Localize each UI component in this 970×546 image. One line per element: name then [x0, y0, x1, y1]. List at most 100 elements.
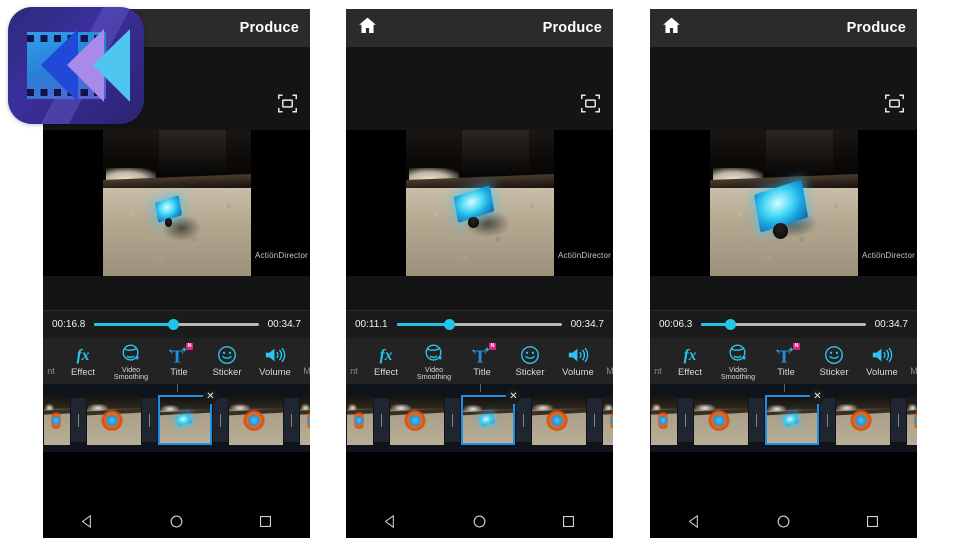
timeline-clip[interactable] [347, 395, 373, 445]
video-stage[interactable]: ActiönDirector [346, 130, 613, 276]
home-button[interactable] [661, 15, 682, 41]
timeline-clip[interactable] [836, 395, 890, 445]
svg-text:T: T [474, 346, 486, 366]
nav-back-button[interactable] [79, 513, 96, 530]
video-stage[interactable]: ActiönDirector [650, 130, 917, 276]
tool-adjustment[interactable]: nt [43, 345, 59, 376]
tool-fx[interactable]: fx Effect [59, 344, 107, 378]
watermark: ActiönDirector [254, 251, 308, 260]
nav-home-button[interactable] [775, 513, 792, 530]
timeline-clip[interactable] [907, 395, 917, 445]
tool-label: M [910, 366, 917, 377]
tool-fx[interactable]: fx Effect [362, 344, 410, 378]
tool-video-smoothing[interactable]: Video Smoothing [107, 342, 155, 381]
fullscreen-icon [581, 94, 600, 113]
back-triangle-icon [688, 514, 698, 528]
fx-icon: fx [684, 347, 697, 364]
nav-back-button[interactable] [686, 513, 703, 530]
seek-slider[interactable] [396, 319, 562, 330]
tool-title[interactable]: T N Title [155, 343, 203, 378]
timeline-clip[interactable] [87, 395, 141, 445]
timeline-clip[interactable] [532, 395, 586, 445]
seek-slider-thumb[interactable] [443, 319, 455, 330]
video-frame [103, 130, 251, 276]
tool-music[interactable]: M [602, 345, 613, 376]
produce-button[interactable]: Produce [847, 20, 906, 36]
tool-adjustment[interactable]: nt [650, 345, 666, 376]
timeline-clip-selected[interactable]: ✕ [158, 389, 218, 445]
nav-recents-button[interactable] [257, 513, 274, 530]
handle-grip [291, 413, 292, 427]
nav-back-button[interactable] [382, 513, 399, 530]
tool-music[interactable]: M [299, 345, 310, 376]
timeline-track[interactable]: ✕ [43, 384, 310, 452]
timeline-track[interactable]: ✕ [650, 384, 917, 452]
timeline-clip[interactable] [44, 395, 70, 445]
video-stage[interactable]: ActiönDirector [43, 130, 310, 276]
tool-video-smoothing[interactable]: Video Smoothing [410, 342, 458, 381]
timeline-clip[interactable] [390, 395, 444, 445]
tool-sticker[interactable]: Sticker [506, 344, 554, 378]
close-icon[interactable]: ✕ [506, 389, 521, 404]
clip-transition-handle[interactable] [284, 398, 299, 442]
android-nav-bar [346, 504, 613, 538]
produce-button[interactable]: Produce [543, 20, 602, 36]
seek-slider-thumb[interactable] [167, 319, 179, 330]
clip-transition-handle[interactable] [820, 398, 835, 442]
tool-adjustment[interactable]: nt [346, 345, 362, 376]
clip-thumbnail-image [300, 395, 310, 445]
tool-volume[interactable]: Volume [251, 344, 299, 378]
tool-fx[interactable]: fx Effect [666, 344, 714, 378]
tool-sticker[interactable]: Sticker [810, 344, 858, 378]
nav-recents-button[interactable] [864, 513, 881, 530]
seek-slider-thumb[interactable] [725, 319, 737, 330]
clip-transition-handle[interactable] [891, 398, 906, 442]
timeline-clip-selected[interactable]: ✕ [461, 389, 521, 445]
tool-sticker[interactable]: Sticker [203, 344, 251, 378]
nav-home-button[interactable] [168, 513, 185, 530]
seek-slider[interactable] [701, 319, 866, 330]
back-triangle-icon [81, 514, 91, 528]
fx-icon: fx [666, 344, 714, 366]
fullscreen-button[interactable] [277, 93, 298, 114]
clip-transition-handle[interactable] [516, 398, 531, 442]
clip-transition-handle[interactable] [678, 398, 693, 442]
close-icon[interactable]: ✕ [810, 389, 825, 404]
nav-recents-button[interactable] [560, 513, 577, 530]
video-scene [710, 130, 858, 276]
clip-transition-handle[interactable] [213, 398, 228, 442]
clip-thumbnail [87, 395, 141, 445]
timeline-clip-selected[interactable]: ✕ [765, 389, 825, 445]
timeline-track[interactable]: ✕ [346, 384, 613, 452]
scene-furniture [159, 130, 226, 174]
fullscreen-button[interactable] [884, 93, 905, 114]
tool-music[interactable]: M [906, 345, 917, 376]
tool-title[interactable]: T N Title [458, 343, 506, 378]
timeline-clip[interactable] [694, 395, 748, 445]
home-button[interactable] [357, 15, 378, 41]
produce-button[interactable]: Produce [240, 20, 299, 36]
clip-transition-handle[interactable] [142, 398, 157, 442]
clip-transition-handle[interactable] [445, 398, 460, 442]
fullscreen-button[interactable] [580, 93, 601, 114]
clip-transition-handle[interactable] [374, 398, 389, 442]
fullscreen-icon [278, 94, 297, 113]
glowing-object [753, 179, 809, 240]
tool-volume[interactable]: Volume [858, 344, 906, 378]
nav-home-button[interactable] [471, 513, 488, 530]
timeline-clip[interactable] [229, 395, 283, 445]
timeline-clip[interactable] [651, 395, 677, 445]
sticker-icon [521, 346, 539, 364]
clip-transition-handle[interactable] [749, 398, 764, 442]
tool-volume[interactable]: Volume [554, 344, 602, 378]
clip-transition-handle[interactable] [587, 398, 602, 442]
close-icon[interactable]: ✕ [203, 389, 218, 404]
timeline-clip[interactable] [603, 395, 613, 445]
seek-slider[interactable] [94, 319, 259, 330]
clip-transition-handle[interactable] [71, 398, 86, 442]
svg-text:fx: fx [684, 347, 697, 364]
timeline-clip[interactable] [300, 395, 310, 445]
clip-thumbnail [836, 395, 890, 445]
tool-title[interactable]: T N Title [762, 343, 810, 378]
tool-video-smoothing[interactable]: Video Smoothing [714, 342, 762, 381]
